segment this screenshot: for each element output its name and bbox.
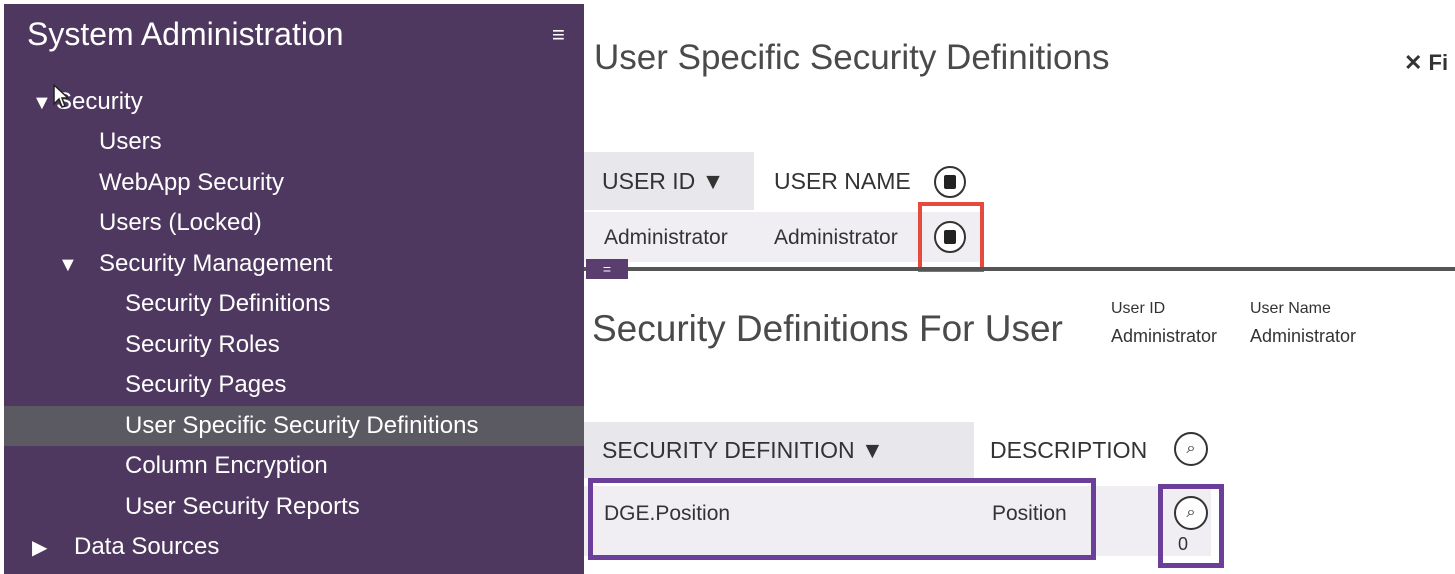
splitter-handle[interactable]: =	[586, 259, 628, 279]
highlight-box-purple	[1158, 484, 1224, 568]
book-icon[interactable]	[934, 166, 966, 198]
sidebar-item-security[interactable]: ▼ Security	[4, 82, 584, 122]
sidebar-item-label: Security Roles	[125, 331, 280, 358]
sidebar-item-users-locked[interactable]: Users (Locked)	[4, 203, 584, 243]
user-id-value: Administrator	[1111, 326, 1218, 346]
user-id-header-label: USER ID ▼	[602, 168, 725, 194]
user-id-label: User ID	[1111, 300, 1166, 317]
expand-triangle-icon[interactable]: ▶	[32, 528, 74, 568]
highlight-box-purple	[588, 478, 1096, 560]
mouse-cursor-icon	[53, 84, 69, 108]
close-filter-button[interactable]: ✕ Fi	[1404, 50, 1448, 76]
user-name-label: User Name	[1250, 300, 1331, 317]
sidebar-item-security-management[interactable]: ▼ Security Management	[4, 244, 584, 284]
sidebar-item-users[interactable]: Users	[4, 122, 584, 162]
sidebar-item-label: WebApp Security	[99, 169, 284, 196]
sidebar-item-label: Users (Locked)	[99, 209, 262, 236]
sidebar-item-label: Column Encryption	[125, 452, 328, 479]
sidebar-item-label: Security Management	[99, 250, 333, 277]
sidebar-item-webapp-security[interactable]: WebApp Security	[4, 163, 584, 203]
sidebar: System Administration ≡ ▼ Security Users …	[4, 4, 584, 574]
sidebar-item-security-pages[interactable]: Security Pages	[4, 365, 584, 405]
hamburger-menu-icon[interactable]: ≡	[552, 22, 565, 48]
sidebar-item-label: Security Pages	[125, 371, 287, 398]
sidebar-item-user-specific-security-definitions[interactable]: User Specific Security Definitions	[4, 406, 584, 446]
panel-splitter[interactable]	[584, 267, 1455, 271]
sidebar-item-user-security-reports[interactable]: User Security Reports	[4, 487, 584, 527]
sidebar-title: System Administration	[27, 16, 344, 52]
user-name-header-label[interactable]: USER NAME	[774, 168, 911, 195]
key-search-icon[interactable]: ⌕	[1174, 432, 1208, 466]
sidebar-item-security-definitions[interactable]: Security Definitions	[4, 284, 584, 324]
sidebar-item-label: User Security Reports	[125, 493, 360, 520]
user-name-value: Administrator	[1250, 326, 1357, 346]
security-definition-header-cell[interactable]: SECURITY DEFINITION ▼	[584, 422, 974, 478]
sidebar-item-label: User Specific Security Definitions	[125, 412, 479, 439]
main-content: User Specific Security Definitions ✕ Fi …	[584, 0, 1455, 574]
security-definition-header-label: SECURITY DEFINITION ▼	[602, 437, 884, 463]
sidebar-item-data-sources[interactable]: ▶ Data Sources	[4, 527, 584, 567]
user-name-cell: Administrator	[774, 226, 898, 249]
sidebar-item-security-roles[interactable]: Security Roles	[4, 325, 584, 365]
sidebar-item-label: Security	[56, 88, 143, 115]
sidebar-item-label: Data Sources	[74, 533, 220, 560]
description-header-label[interactable]: DESCRIPTION	[990, 437, 1147, 464]
detail-title: Security Definitions For User	[592, 308, 1063, 349]
collapse-triangle-icon[interactable]: ▼	[58, 245, 99, 285]
highlight-box-red	[918, 202, 984, 272]
page-title: User Specific Security Definitions	[594, 38, 1110, 77]
sidebar-item-label: Users	[99, 128, 162, 155]
user-id-cell: Administrator	[604, 226, 728, 249]
sidebar-item-label: Security Definitions	[125, 290, 331, 317]
user-id-header-cell[interactable]: USER ID ▼	[584, 152, 754, 210]
sidebar-item-column-encryption[interactable]: Column Encryption	[4, 446, 584, 486]
